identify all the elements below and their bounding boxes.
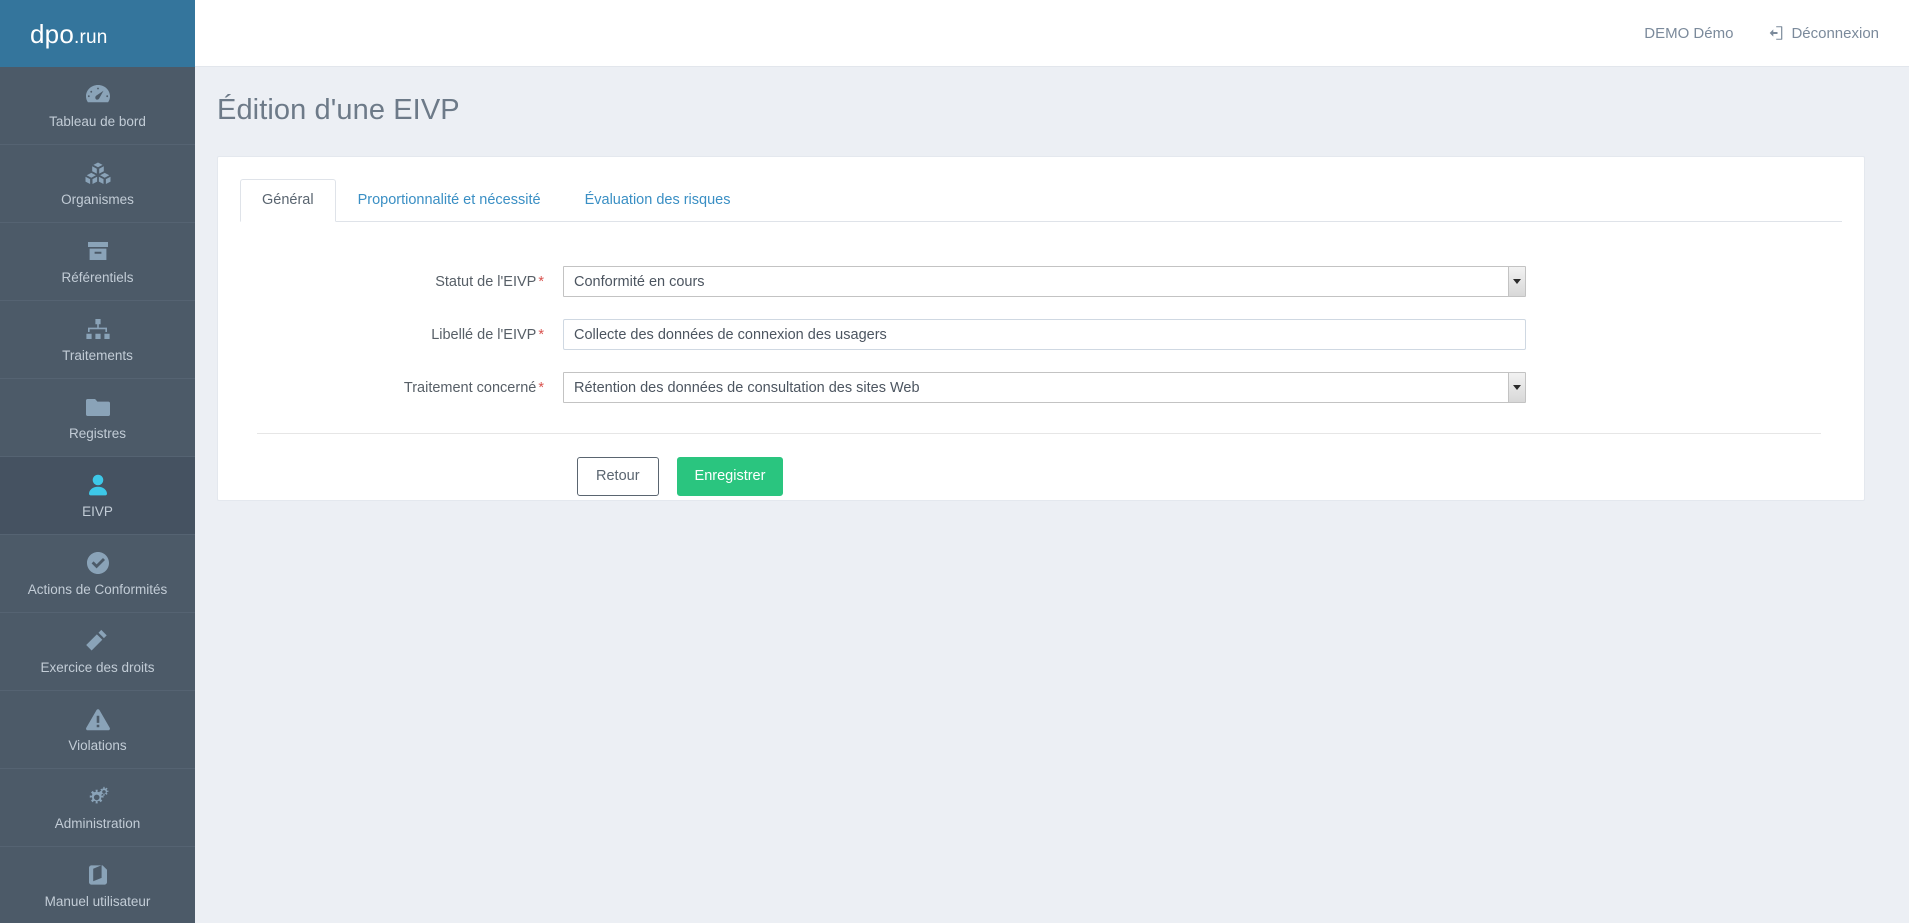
sidebar-item-label: Tableau de bord	[49, 114, 146, 130]
traitement-concerne-select[interactable]: Rétention des données de consultation de…	[563, 372, 1526, 404]
form-row-statut: Statut de l'EIVP * Conformité en cours	[240, 266, 1842, 298]
label-text: Traitement concerné	[403, 379, 537, 396]
main-sidebar: Tableau de bord Organismes Référentiels …	[0, 67, 195, 923]
sidebar-item-tableau-de-bord[interactable]: Tableau de bord	[0, 67, 195, 145]
form-row-libelle: Libellé de l'EIVP *	[240, 319, 1842, 351]
cubes-icon	[85, 160, 111, 186]
required-marker: *	[538, 326, 544, 343]
sidebar-item-label: Exercice des droits	[40, 660, 155, 676]
tab-evaluation-des-risques[interactable]: Évaluation des risques	[563, 179, 753, 222]
user-icon	[87, 472, 109, 498]
main-content-area: Édition d'une EIVP Général Proportionnal…	[195, 67, 1909, 923]
gears-icon	[85, 784, 111, 810]
statut-de-leivp-select[interactable]: Conformité en cours	[563, 266, 1526, 298]
save-button[interactable]: Enregistrer	[676, 457, 784, 496]
sidebar-item-label: Administration	[54, 816, 141, 832]
tab-general[interactable]: Général	[240, 179, 336, 223]
label-text: Libellé de l'EIVP	[431, 326, 537, 343]
sidebar-item-label: Registres	[68, 426, 127, 442]
top-navigation-bar: DEMO Démo Déconnexion	[195, 0, 1909, 67]
field-wrapper	[563, 319, 1526, 351]
logout-label: Déconnexion	[1791, 24, 1879, 42]
chevron-down-icon[interactable]	[1508, 267, 1525, 297]
back-button[interactable]: Retour	[577, 457, 659, 496]
form-actions: Retour Enregistrer	[240, 434, 1842, 496]
label-traitement-concerne: Traitement concerné *	[240, 380, 563, 396]
sidebar-item-violations[interactable]: Violations	[0, 691, 195, 769]
folder-icon	[85, 394, 111, 420]
tab-proportionnalite-et-necessite[interactable]: Proportionnalité et nécessité	[336, 179, 563, 222]
sidebar-item-actions-de-conformites[interactable]: Actions de Conformités	[0, 535, 195, 613]
current-user-label: DEMO Démo	[1644, 24, 1734, 42]
eivp-edit-card: Général Proportionnalité et nécessité Év…	[217, 156, 1865, 501]
sitemap-icon	[85, 316, 111, 342]
required-marker: *	[538, 379, 544, 396]
select-selected-value: Conformité en cours	[574, 273, 705, 290]
label-statut-de-leivp: Statut de l'EIVP *	[240, 274, 563, 290]
logout-link[interactable]: Déconnexion	[1767, 25, 1879, 42]
logo-main-text: dpo	[30, 18, 74, 49]
label-text: Statut de l'EIVP	[435, 273, 537, 290]
sidebar-item-traitements[interactable]: Traitements	[0, 301, 195, 379]
check-circle-icon	[86, 550, 110, 576]
form-row-traitement: Traitement concerné * Rétention des donné…	[240, 372, 1842, 404]
sidebar-item-label: Traitements	[62, 348, 133, 364]
select-selected-value: Rétention des données de consultation de…	[574, 379, 920, 396]
sidebar-item-label: Actions de Conformités	[27, 582, 168, 598]
field-wrapper: Conformité en cours	[563, 266, 1526, 298]
sidebar-item-eivp[interactable]: EIVP	[0, 457, 195, 535]
sign-out-icon	[1767, 25, 1783, 41]
sidebar-item-label: Manuel utilisateur	[44, 894, 151, 910]
page-title: Édition d'une EIVP	[217, 94, 460, 126]
eivp-general-form: Statut de l'EIVP * Conformité en cours Li…	[240, 222, 1842, 496]
sidebar-item-label: Violations	[68, 738, 127, 754]
field-wrapper: Rétention des données de consultation de…	[563, 372, 1526, 404]
sidebar-item-exercice-des-droits[interactable]: Exercice des droits	[0, 613, 195, 691]
sidebar-item-administration[interactable]: Administration	[0, 769, 195, 847]
logo-suffix-text: .run	[73, 26, 108, 48]
sidebar-item-manuel-utilisateur[interactable]: Manuel utilisateur	[0, 847, 195, 923]
application-window: dpo.run DEMO Démo Déconnexion Tableau de…	[0, 0, 1909, 923]
dashboard-gauge-icon	[85, 82, 111, 108]
required-marker: *	[538, 273, 544, 290]
sidebar-item-label: Référentiels	[61, 270, 134, 286]
sidebar-item-label: EIVP	[82, 504, 113, 520]
gavel-icon	[85, 628, 111, 654]
book-icon	[86, 862, 110, 888]
chevron-down-icon[interactable]	[1508, 373, 1525, 403]
sidebar-item-organismes[interactable]: Organismes	[0, 145, 195, 223]
label-libelle-de-leivp: Libellé de l'EIVP *	[240, 327, 563, 343]
warning-triangle-icon	[85, 706, 111, 732]
tab-bar: Général Proportionnalité et nécessité Év…	[240, 179, 1842, 223]
sidebar-item-label: Organismes	[61, 192, 134, 208]
brand-header: dpo.run	[0, 0, 195, 67]
sidebar-item-referentiels[interactable]: Référentiels	[0, 223, 195, 301]
sidebar-item-registres[interactable]: Registres	[0, 379, 195, 457]
libelle-de-leivp-input[interactable]	[563, 319, 1526, 351]
archive-box-icon	[86, 238, 110, 264]
app-logo[interactable]: dpo.run	[30, 21, 108, 47]
